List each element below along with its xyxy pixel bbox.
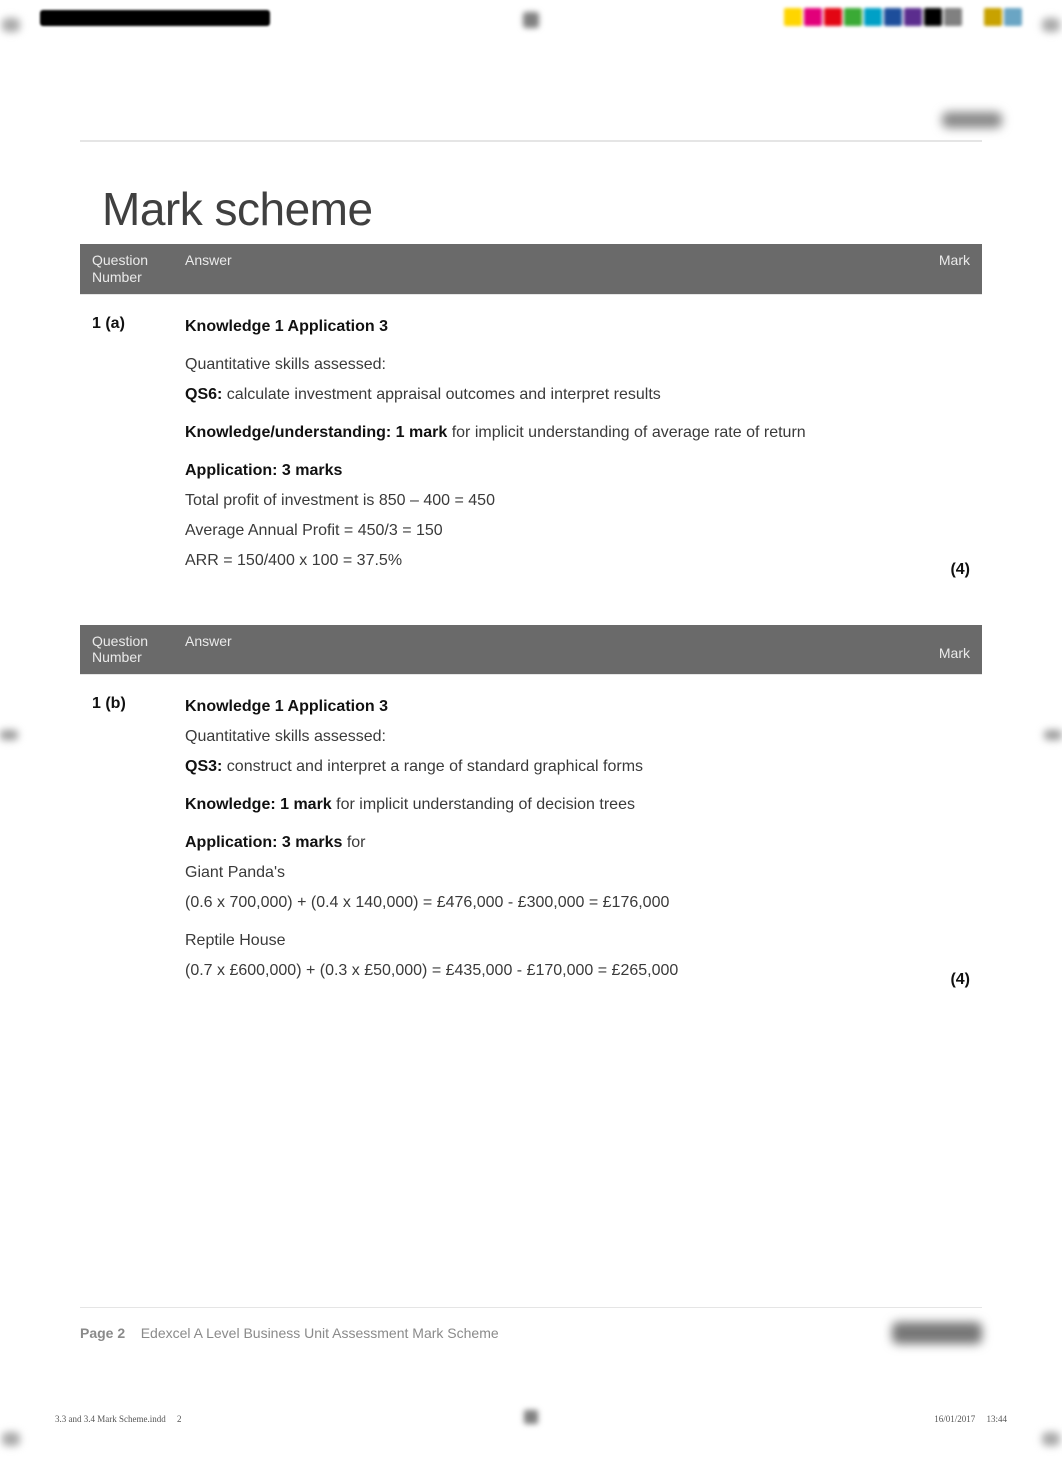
print-meta-left: 3.3 and 3.4 Mark Scheme.indd 2 [55, 1414, 181, 1424]
registration-center-dot [523, 12, 539, 28]
col-header-mark: Mark [912, 625, 982, 675]
print-page: 2 [177, 1414, 182, 1424]
calc-block-title: Giant Panda's [185, 861, 902, 885]
crop-mark-icon [2, 1432, 20, 1446]
print-date: 16/01/2017 [934, 1414, 975, 1424]
crop-mark-icon [2, 18, 20, 32]
mark-cell: (4) [912, 295, 982, 603]
color-swatch [784, 8, 802, 26]
print-registration-bar [0, 0, 1062, 40]
color-swatch [924, 8, 942, 26]
table-header: Question Number Answer Mark [80, 244, 982, 294]
print-metadata: 3.3 and 3.4 Mark Scheme.indd 2 16/01/201… [55, 1414, 1007, 1424]
footer-doc-title: Edexcel A Level Business Unit Assessment… [141, 1325, 499, 1341]
mark-cell: (4) [912, 675, 982, 1013]
application-suffix: for [342, 834, 365, 851]
footer-page-label: Page 2 [80, 1325, 125, 1341]
print-meta-right: 16/01/2017 13:44 [934, 1414, 1007, 1424]
print-time: 13:44 [986, 1414, 1007, 1424]
table-header: Question Number Answer Mark [80, 625, 982, 675]
answer-cell: Knowledge 1 Application 3 Quantitative s… [175, 675, 912, 1013]
answer-cell: Knowledge 1 Application 3 Quantitative s… [175, 295, 912, 603]
header-divider [80, 140, 982, 142]
color-swatch [884, 8, 902, 26]
crop-mark-icon [1042, 18, 1060, 32]
header-logo-blur [942, 112, 1002, 128]
color-swatch [904, 8, 922, 26]
side-tick-icon [0, 730, 18, 740]
qs-text: construct and interpret a range of stand… [222, 758, 643, 775]
color-swatch [864, 8, 882, 26]
page-footer: Page 2 Edexcel A Level Business Unit Ass… [80, 1307, 982, 1344]
mark-value: (4) [912, 561, 970, 579]
registration-black-bar [40, 10, 270, 26]
color-swatch [844, 8, 862, 26]
page-title: Mark scheme [102, 182, 982, 236]
mark-value: (4) [912, 971, 970, 989]
skills-label: Quantitative skills assessed: [185, 725, 902, 749]
answer-heading: Knowledge 1 Application 3 [185, 318, 388, 335]
knowledge-label: Knowledge/understanding: 1 mark [185, 424, 447, 441]
mark-table-1: Question Number Answer Mark 1 (a) Knowle… [80, 244, 982, 603]
calc-line: ARR = 150/400 x 100 = 37.5% [185, 549, 902, 573]
registration-color-bar [784, 8, 1022, 26]
qs-code: QS6: [185, 386, 222, 403]
color-swatch [824, 8, 842, 26]
footer-logo-blur [892, 1322, 982, 1344]
knowledge-text: for implicit understanding of average ra… [447, 424, 805, 441]
footer-left: Page 2 Edexcel A Level Business Unit Ass… [80, 1325, 499, 1341]
registration-bottom-dot [524, 1410, 538, 1424]
color-swatch [964, 8, 982, 26]
question-number: 1 (b) [80, 675, 175, 1013]
application-label: Application: 3 marks [185, 834, 342, 851]
col-header-answer: Answer [175, 625, 912, 675]
skills-label: Quantitative skills assessed: [185, 353, 902, 377]
crop-mark-icon [1042, 1432, 1060, 1446]
application-label: Application: 3 marks [185, 462, 342, 479]
calc-line: Total profit of investment is 850 – 400 … [185, 489, 902, 513]
mark-table-2: Question Number Answer Mark 1 (b) Knowle… [80, 625, 982, 1014]
side-tick-icon [1044, 730, 1062, 740]
calc-line: (0.7 x £600,000) + (0.3 x £50,000) = £43… [185, 959, 902, 983]
color-swatch [1004, 8, 1022, 26]
col-header-mark: Mark [912, 244, 982, 294]
qs-text: calculate investment appraisal outcomes … [222, 386, 660, 403]
table-row: 1 (b) Knowledge 1 Application 3 Quantita… [80, 674, 982, 1013]
col-header-question: Question Number [80, 244, 175, 294]
calc-line: (0.6 x 700,000) + (0.4 x 140,000) = £476… [185, 891, 902, 915]
answer-heading: Knowledge 1 Application 3 [185, 698, 388, 715]
calc-block-title: Reptile House [185, 929, 902, 953]
calc-line: Average Annual Profit = 450/3 = 150 [185, 519, 902, 543]
qs-code: QS3: [185, 758, 222, 775]
question-number: 1 (a) [80, 295, 175, 603]
knowledge-text: for implicit understanding of decision t… [332, 796, 635, 813]
print-file: 3.3 and 3.4 Mark Scheme.indd [55, 1414, 166, 1424]
table-row: 1 (a) Knowledge 1 Application 3 Quantita… [80, 294, 982, 603]
color-swatch [944, 8, 962, 26]
knowledge-label: Knowledge: 1 mark [185, 796, 332, 813]
col-header-question: Question Number [80, 625, 175, 675]
color-swatch [804, 8, 822, 26]
col-header-answer: Answer [175, 244, 912, 294]
color-swatch [984, 8, 1002, 26]
